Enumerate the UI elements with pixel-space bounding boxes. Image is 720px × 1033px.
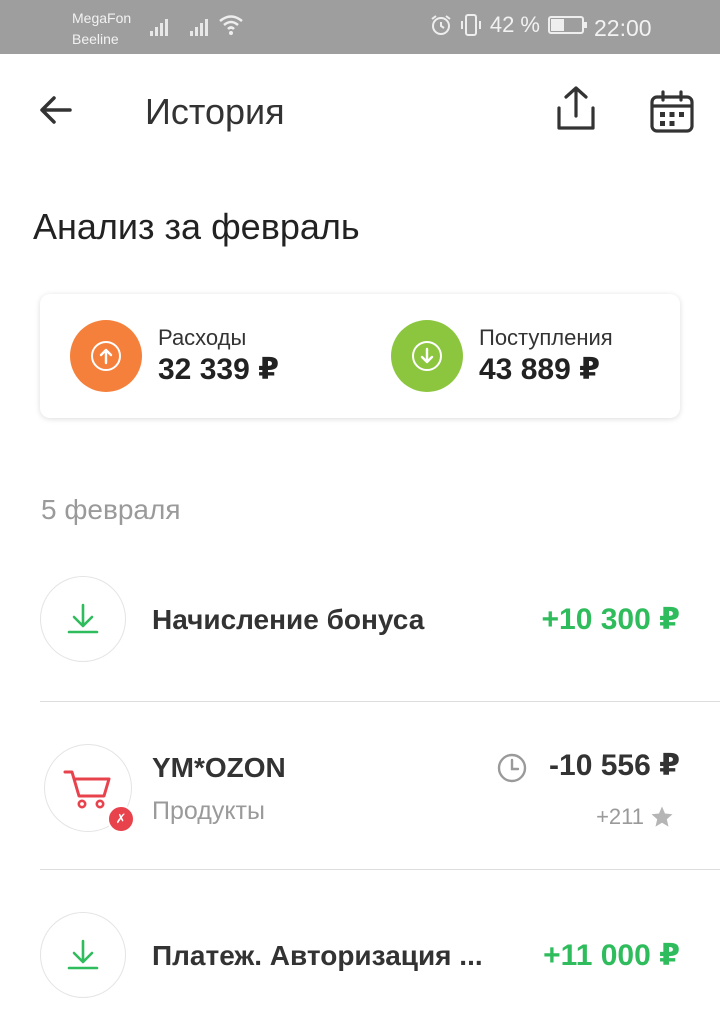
carrier-1: MegaFon bbox=[72, 10, 132, 26]
income-summary[interactable]: Поступления 43 889 ₽ bbox=[391, 320, 613, 392]
transaction-amount: +11 000 ₽ bbox=[543, 939, 680, 972]
transaction-name: Начисление бонуса bbox=[152, 604, 425, 635]
divider bbox=[40, 869, 720, 870]
bonus-points: +211 bbox=[596, 804, 674, 830]
clock-time: 22:00 bbox=[594, 15, 652, 41]
calendar-icon[interactable] bbox=[648, 90, 696, 134]
arrow-left-icon[interactable] bbox=[36, 90, 76, 130]
download-icon bbox=[40, 912, 126, 998]
app-header: История bbox=[0, 54, 720, 170]
page-title: История bbox=[145, 91, 285, 132]
transaction-row[interactable]: ✗ YM*OZON Продукты -10 556 ₽ +211 bbox=[40, 742, 720, 833]
expenses-circle bbox=[70, 320, 142, 392]
arrow-up-icon bbox=[91, 341, 121, 371]
download-icon bbox=[40, 576, 126, 662]
signal-icon bbox=[190, 16, 208, 36]
expenses-value: 32 339 ₽ bbox=[158, 353, 279, 386]
category-badge-icon: ✗ bbox=[107, 805, 135, 833]
carrier-names: MegaFon Beeline bbox=[72, 8, 131, 50]
bonus-value: +211 bbox=[596, 804, 644, 829]
analysis-title: Анализ за февраль bbox=[33, 206, 360, 247]
carrier-2: Beeline bbox=[72, 31, 119, 47]
transaction-row[interactable]: Начисление бонуса +10 300 ₽ bbox=[40, 576, 720, 664]
income-label: Поступления bbox=[479, 325, 613, 350]
date-header: 5 февраля bbox=[41, 494, 181, 525]
battery-percent: 42 % bbox=[489, 12, 540, 37]
transaction-name: Платеж. Авторизация ... bbox=[152, 940, 483, 971]
transaction-amount: -10 556 ₽ bbox=[549, 749, 680, 782]
expenses-label: Расходы bbox=[158, 325, 247, 350]
star-icon bbox=[651, 806, 673, 827]
clock-icon bbox=[497, 753, 527, 783]
transaction-row[interactable]: Платеж. Авторизация ... +11 000 ₽ bbox=[40, 912, 720, 1000]
income-circle bbox=[391, 320, 463, 392]
arrow-down-icon bbox=[412, 341, 442, 371]
vibrate-icon bbox=[460, 14, 481, 36]
transaction-name: YM*OZON bbox=[152, 752, 286, 783]
income-value: 43 889 ₽ bbox=[479, 353, 600, 386]
summary-card[interactable]: Расходы 32 339 ₽ Поступления 43 889 ₽ bbox=[40, 294, 680, 418]
signal-icon bbox=[150, 16, 168, 36]
battery-icon bbox=[548, 16, 587, 34]
transaction-category: Продукты bbox=[152, 797, 265, 825]
divider bbox=[40, 701, 720, 702]
transaction-amount: +10 300 ₽ bbox=[541, 603, 681, 636]
alarm-icon bbox=[431, 15, 451, 35]
expenses-summary[interactable]: Расходы 32 339 ₽ bbox=[70, 320, 279, 392]
share-icon[interactable] bbox=[553, 84, 599, 134]
wifi-icon bbox=[219, 15, 243, 35]
status-bar: MegaFon Beeline 42 % 22:00 bbox=[0, 0, 720, 54]
